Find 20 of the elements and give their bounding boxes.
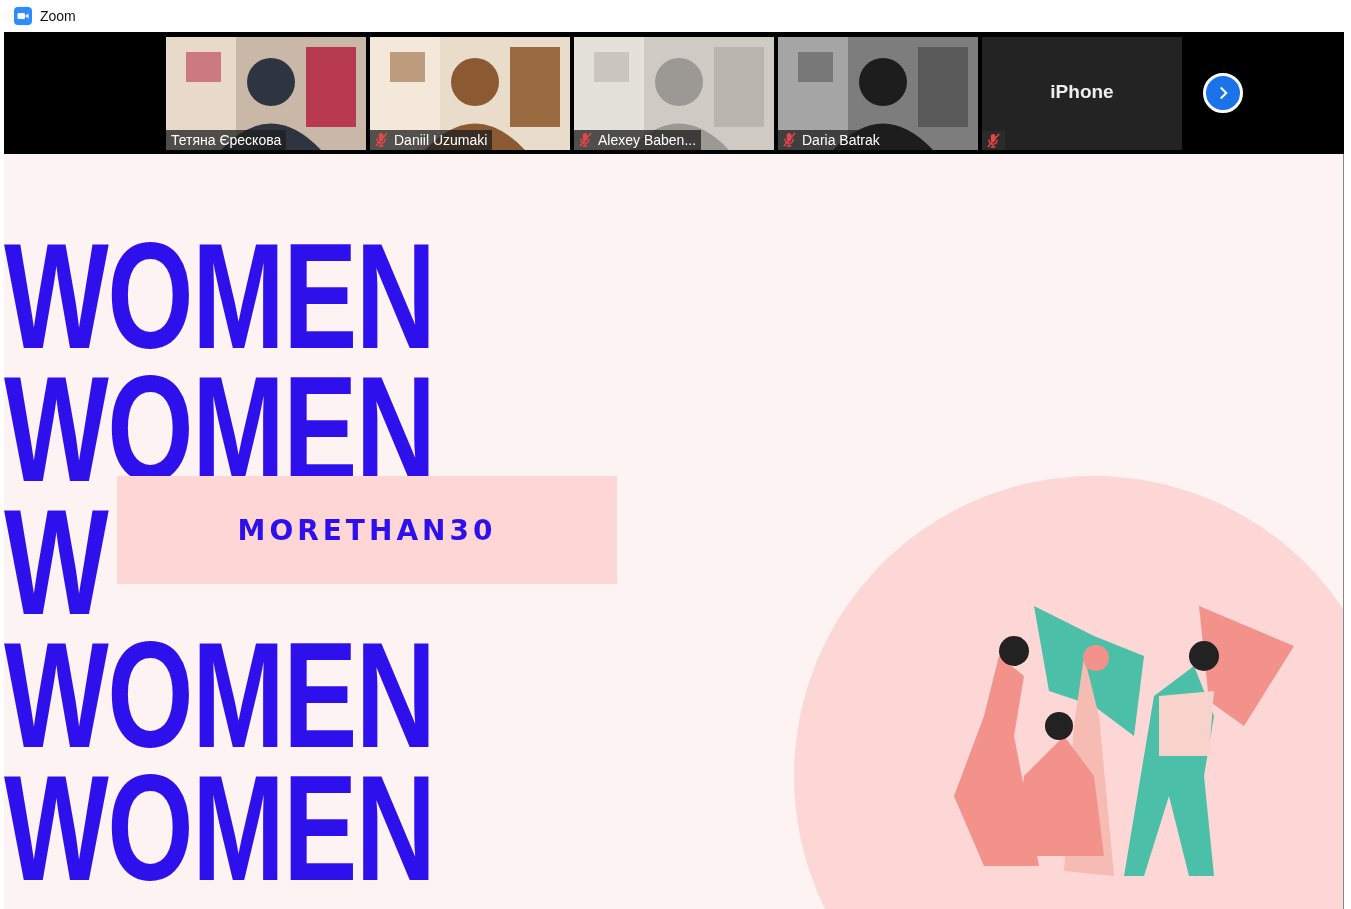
tag-text: MORETHAN30 xyxy=(237,513,497,547)
zoom-logo-icon xyxy=(14,7,32,25)
window-title: Zoom xyxy=(40,8,76,24)
participant-name: iPhone xyxy=(1049,80,1115,103)
video-tile[interactable]: Тетяна Єрескова xyxy=(166,36,366,150)
video-tile[interactable]: Daria Batrak xyxy=(778,36,978,150)
video-tile[interactable]: Daniil Uzumaki xyxy=(370,36,570,150)
participant-name: Daniil Uzumaki xyxy=(394,131,488,148)
participant-name: Alexey Baben... xyxy=(598,131,697,148)
video-tile[interactable]: iPhone xyxy=(982,36,1182,150)
slide-heading-word: WOMEN xyxy=(4,372,435,485)
chevron-right-icon xyxy=(1217,85,1229,101)
next-page-button[interactable] xyxy=(1203,73,1243,113)
video-tile[interactable]: Alexey Baben... xyxy=(574,36,774,150)
participant-name: Тетяна Єрескова xyxy=(171,131,282,148)
participant-name: Daria Batrak xyxy=(802,131,880,148)
slide-heading-word: W xyxy=(4,505,108,618)
slide-heading-word: WOMEN xyxy=(4,239,435,352)
slide-heading-word: WOMEN xyxy=(4,638,435,751)
slide-heading-word: WOMEN xyxy=(4,771,435,884)
